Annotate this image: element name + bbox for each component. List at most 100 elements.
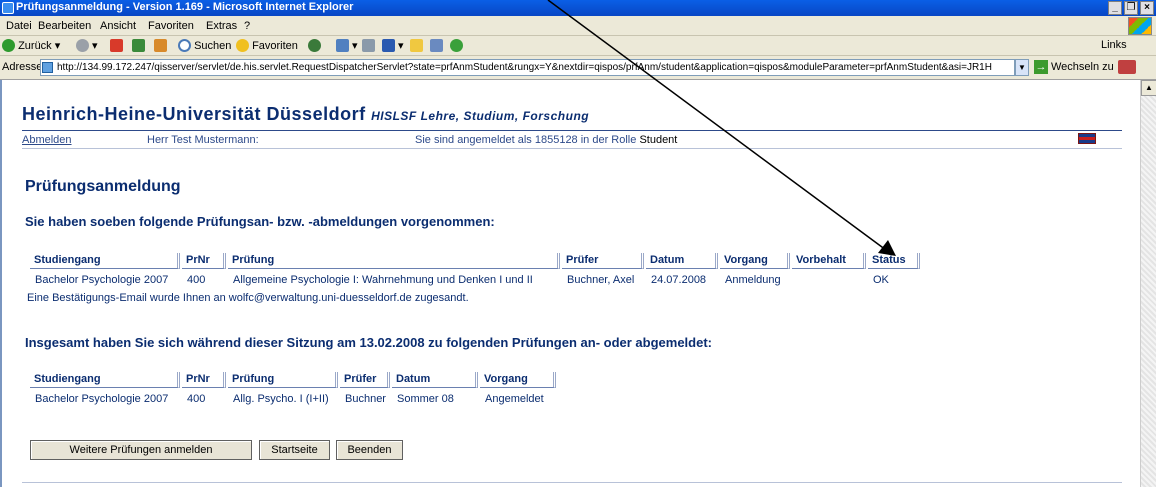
vertical-scrollbar[interactable]: ▲ xyxy=(1140,80,1156,487)
col-header-datum: Datum xyxy=(646,253,718,269)
scroll-up-icon[interactable]: ▲ xyxy=(1141,80,1156,96)
col-header-datum: Datum xyxy=(392,372,478,388)
userbar-divider xyxy=(22,148,1122,149)
ie-icon xyxy=(2,2,14,14)
col-header-studiengang: Studiengang xyxy=(30,253,180,269)
edit-button[interactable]: ▾ xyxy=(382,39,404,52)
window-title: Prüfungsanmeldung - Version 1.169 - Micr… xyxy=(16,1,354,13)
close-button[interactable]: × xyxy=(1140,1,1154,15)
user-name: Herr Test Mustermann: xyxy=(147,134,259,146)
search-icon xyxy=(178,39,191,52)
messenger-button[interactable] xyxy=(450,39,463,52)
links-label[interactable]: Links xyxy=(1101,39,1127,51)
maximize-button[interactable]: ❐ xyxy=(1124,1,1138,15)
table-cell: 400 xyxy=(187,274,206,286)
col-header-pruefer: Prüfer xyxy=(562,253,644,269)
menu-help[interactable]: ? xyxy=(244,20,250,32)
table-cell: Anmeldung xyxy=(725,274,781,286)
confirmation-note: Eine Bestätigungs-Email wurde Ihnen an w… xyxy=(27,292,469,304)
menu-datei[interactable]: Datei xyxy=(6,20,32,32)
toolbar: Zurück ▾ ▾ Suchen Favoriten ▾ ▾ Links xyxy=(0,36,1156,56)
translate-icon[interactable] xyxy=(1118,60,1136,74)
table-cell: Bachelor Psychologie 2007 xyxy=(35,274,169,286)
menu-bar: Datei Bearbeiten Ansicht Favoriten Extra… xyxy=(0,16,1156,36)
mail-icon xyxy=(336,39,349,52)
table-cell: Angemeldet xyxy=(485,393,544,405)
col-header-pruefung: Prüfung xyxy=(228,372,338,388)
english-flag-icon[interactable] xyxy=(1078,133,1096,144)
media-button[interactable] xyxy=(308,39,321,52)
more-exams-button[interactable]: Weitere Prüfungen anmelden xyxy=(30,440,252,460)
stop-icon xyxy=(110,39,123,52)
back-button[interactable]: Zurück ▾ xyxy=(2,39,60,52)
star-icon xyxy=(236,39,249,52)
address-bar: Adresse http://134.99.172.247/qisserver/… xyxy=(0,56,1156,80)
table-cell: 400 xyxy=(187,393,206,405)
word-icon xyxy=(382,39,395,52)
university-title: Heinrich-Heine-Universität Düsseldorf HI… xyxy=(22,104,590,124)
section-heading-recent: Sie haben soeben folgende Prüfungsan- bz… xyxy=(25,214,495,229)
header-divider xyxy=(22,130,1122,131)
menu-ansicht[interactable]: Ansicht xyxy=(100,20,136,32)
forward-arrow-icon xyxy=(76,39,89,52)
login-info: Sie sind angemeldet als 1855128 in der R… xyxy=(415,134,678,146)
col-header-status: Status xyxy=(868,253,920,269)
menu-bearbeiten[interactable]: Bearbeiten xyxy=(38,20,91,32)
home-icon xyxy=(154,39,167,52)
mail-button[interactable]: ▾ xyxy=(336,39,358,52)
col-header-vorgang: Vorgang xyxy=(720,253,790,269)
browser-window: Prüfungsanmeldung - Version 1.169 - Micr… xyxy=(0,0,1156,487)
address-label: Adresse xyxy=(2,61,43,73)
title-bar: Prüfungsanmeldung - Version 1.169 - Micr… xyxy=(0,0,1156,16)
minimize-button[interactable]: _ xyxy=(1108,1,1122,15)
favorites-button[interactable]: Favoriten xyxy=(236,39,298,52)
forward-button[interactable]: ▾ xyxy=(76,39,98,52)
table-cell: Allgemeine Psychologie I: Wahrnehmung un… xyxy=(233,274,533,286)
col-header-prnr: PrNr xyxy=(182,372,226,388)
section-heading-session: Insgesamt haben Sie sich während dieser … xyxy=(25,335,713,350)
print-button[interactable] xyxy=(362,39,375,52)
user-bar: Abmelden Herr Test Mustermann: Sie sind … xyxy=(22,132,1122,148)
table-cell: Bachelor Psychologie 2007 xyxy=(35,393,169,405)
col-header-pruefer: Prüfer xyxy=(340,372,390,388)
search-button[interactable]: Suchen xyxy=(178,39,231,52)
menu-favoriten[interactable]: Favoriten xyxy=(148,20,194,32)
startpage-button[interactable]: Startseite xyxy=(259,440,330,460)
logout-link[interactable]: Abmelden xyxy=(22,134,72,146)
folder-icon xyxy=(410,39,423,52)
page-icon xyxy=(42,62,53,73)
address-dropdown-button[interactable]: ▼ xyxy=(1015,59,1029,76)
col-header-studiengang: Studiengang xyxy=(30,372,180,388)
table-cell: Sommer 08 xyxy=(397,393,454,405)
page-content: Heinrich-Heine-Universität Düsseldorf HI… xyxy=(0,80,1140,487)
windows-logo-icon xyxy=(1128,17,1152,35)
end-button[interactable]: Beenden xyxy=(336,440,403,460)
address-input[interactable]: http://134.99.172.247/qisserver/servlet/… xyxy=(40,59,1015,76)
home-button[interactable] xyxy=(154,39,167,52)
col-header-vorgang: Vorgang xyxy=(480,372,556,388)
footer-divider xyxy=(22,482,1122,483)
table-cell: Buchner, Axel xyxy=(567,274,635,286)
col-header-vorbehalt: Vorbehalt xyxy=(792,253,866,269)
table-cell: 24.07.2008 xyxy=(651,274,707,286)
go-button[interactable]: → Wechseln zu xyxy=(1034,60,1114,74)
refresh-icon xyxy=(132,39,145,52)
print-icon xyxy=(362,39,375,52)
media-icon xyxy=(308,39,321,52)
status-value: OK xyxy=(873,274,889,286)
col-header-pruefung: Prüfung xyxy=(228,253,560,269)
stop-button[interactable] xyxy=(110,39,123,52)
page-title: Prüfungsanmeldung xyxy=(25,178,181,195)
discuss-icon xyxy=(430,39,443,52)
back-arrow-icon xyxy=(2,39,15,52)
menu-extras[interactable]: Extras xyxy=(206,20,237,32)
folder-button[interactable] xyxy=(410,39,423,52)
refresh-button[interactable] xyxy=(132,39,145,52)
role-label: Student xyxy=(639,134,678,146)
col-header-prnr: PrNr xyxy=(182,253,226,269)
messenger-icon xyxy=(450,39,463,52)
discuss-button[interactable] xyxy=(430,39,443,52)
table-cell: Allg. Psycho. I (I+II) xyxy=(233,393,329,405)
tagline: HISLSF Lehre, Studium, Forschung xyxy=(371,109,590,123)
table-cell: Buchner xyxy=(345,393,386,405)
